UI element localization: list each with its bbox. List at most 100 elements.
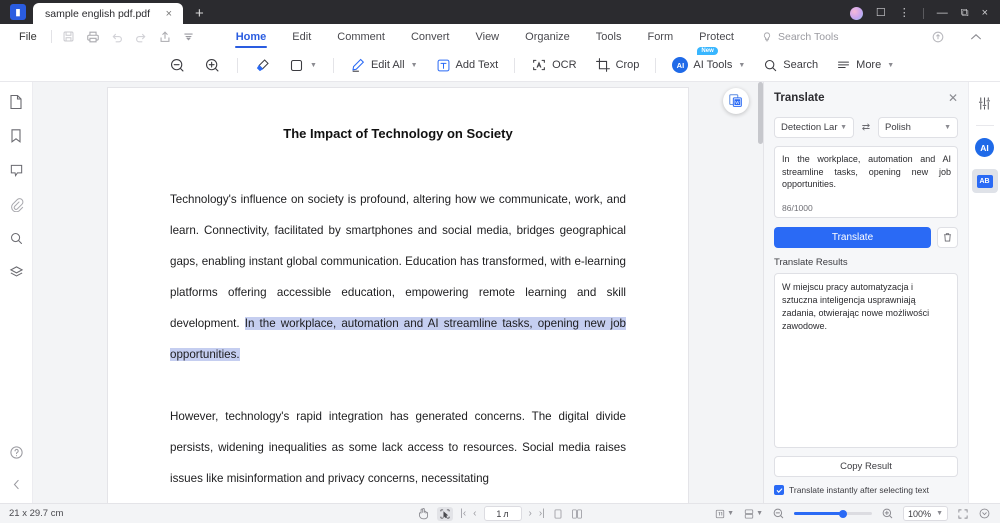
document-tab[interactable]: sample english pdf.pdf × <box>33 3 183 24</box>
auto-translate-label: Translate instantly after selecting text <box>789 485 930 495</box>
translate-panel-button[interactable]: AB <box>971 169 998 193</box>
zoom-out-button[interactable] <box>160 53 195 78</box>
tab-view[interactable]: View <box>462 24 512 49</box>
more-button[interactable]: More ▼ <box>827 53 903 78</box>
app-logo-icon: ▮ <box>10 4 26 20</box>
minimize-button[interactable]: — <box>937 8 948 19</box>
bookmarks-icon[interactable] <box>4 126 28 146</box>
edit-all-button[interactable]: Edit All ▼ <box>341 53 427 78</box>
chevron-down-icon: ▼ <box>410 61 418 69</box>
zoom-slider-handle[interactable] <box>839 509 848 518</box>
source-text-input[interactable]: In the workplace, automation and AI stre… <box>774 146 958 218</box>
chevron-down-icon: ▼ <box>936 510 943 517</box>
vertical-scrollbar[interactable] <box>758 82 763 144</box>
tab-edit[interactable]: Edit <box>279 24 324 49</box>
attachments-icon[interactable] <box>4 194 28 214</box>
zoom-out-button[interactable] <box>772 507 785 520</box>
page-number-input[interactable]: 1 л <box>483 506 522 521</box>
menu-right-icons <box>926 27 990 47</box>
layers-icon[interactable] <box>4 262 28 282</box>
tab-form[interactable]: Form <box>634 24 686 49</box>
shape-button[interactable]: ▼ <box>280 53 326 78</box>
next-page-button[interactable]: › <box>529 508 532 519</box>
zoom-slider[interactable] <box>794 509 873 518</box>
tab-title: sample english pdf.pdf <box>45 7 151 20</box>
search-label: Search <box>783 59 819 71</box>
page-thumbnails-icon[interactable] <box>4 92 28 112</box>
previous-page-button[interactable]: ‹ <box>473 508 476 519</box>
tab-comment[interactable]: Comment <box>324 24 398 49</box>
tab-convert[interactable]: Convert <box>398 24 463 49</box>
swap-languages-icon[interactable]: ⇄ <box>859 122 873 133</box>
copy-result-button[interactable]: Copy Result <box>774 456 958 477</box>
tab-organize[interactable]: Organize <box>512 24 583 49</box>
document-viewport[interactable]: The Impact of Technology on Society Tech… <box>33 82 763 503</box>
tab-label: Organize <box>525 30 570 43</box>
print-icon[interactable] <box>81 27 105 47</box>
target-language-select[interactable]: Polish ▼ <box>878 117 958 138</box>
collapse-ribbon-icon[interactable] <box>964 27 988 47</box>
facing-page-view-button[interactable] <box>571 508 583 520</box>
main-toolbar: ▼ Edit All ▼ Add Text OCR Crop AI AI Too… <box>0 46 1000 82</box>
tab-close-icon[interactable]: × <box>163 8 175 20</box>
zoom-in-button[interactable] <box>195 53 230 78</box>
more-options-icon[interactable]: ⋮ <box>899 8 910 19</box>
convert-to-word-button[interactable]: W <box>723 88 749 114</box>
undo-icon[interactable] <box>105 27 129 47</box>
ai-assistant-button[interactable]: AI <box>975 138 994 157</box>
auto-translate-checkbox[interactable] <box>774 485 784 495</box>
more-view-options-button[interactable] <box>978 507 991 520</box>
help-icon[interactable] <box>4 442 28 462</box>
quick-access-dropdown-icon[interactable] <box>177 27 201 47</box>
tab-label: Comment <box>337 30 385 43</box>
tab-label: Protect <box>699 30 734 43</box>
comments-icon[interactable] <box>4 160 28 180</box>
translate-button[interactable]: Translate <box>774 227 931 248</box>
settings-sliders-icon[interactable] <box>973 93 997 113</box>
new-tab-icon[interactable]: + <box>195 5 204 22</box>
save-icon[interactable] <box>57 27 81 47</box>
tab-protect[interactable]: Protect <box>686 24 747 49</box>
upload-cloud-icon[interactable] <box>926 27 950 47</box>
select-tool-button[interactable] <box>437 506 454 521</box>
ai-tools-label: AI Tools <box>693 59 733 71</box>
page-suffix: л <box>503 508 509 519</box>
avatar[interactable] <box>849 7 863 20</box>
add-text-button[interactable]: Add Text <box>427 53 508 78</box>
maximize-button[interactable]: ⧉ <box>961 8 969 19</box>
tab-tools[interactable]: Tools <box>583 24 635 49</box>
share-icon[interactable] <box>153 27 177 47</box>
translate-result-box[interactable]: W miejscu pracy automatyzacja i sztuczna… <box>774 273 958 448</box>
file-menu[interactable]: File <box>10 31 46 43</box>
clear-button[interactable] <box>937 227 958 248</box>
zoom-in-button[interactable] <box>881 507 894 520</box>
ai-tools-button[interactable]: AI AI Tools ▼ New <box>663 46 754 78</box>
redo-icon[interactable] <box>129 27 153 47</box>
title-bar: ▮ sample english pdf.pdf × + ☐ ⋮ — ⧉ × <box>0 0 1000 24</box>
zoom-controls: ▼ ▼ 100% ▼ <box>714 506 991 521</box>
page-layout-button[interactable]: ▼ <box>714 508 734 520</box>
feedback-icon[interactable]: ☐ <box>876 8 886 19</box>
last-page-button[interactable]: ›| <box>539 508 545 519</box>
tab-home[interactable]: Home <box>223 24 280 49</box>
highlight-button[interactable] <box>245 53 280 78</box>
search-icon[interactable] <box>4 228 28 248</box>
first-page-button[interactable]: |‹ <box>460 508 466 519</box>
zoom-level-select[interactable]: 100% ▼ <box>903 506 948 521</box>
search-button[interactable]: Search <box>754 53 827 78</box>
status-bar: 21 x 29.7 cm |‹ ‹ 1 л › ›| ▼ ▼ 100% ▼ <box>0 503 1000 523</box>
crop-button[interactable]: Crop <box>586 53 649 78</box>
collapse-sidebar-icon[interactable] <box>4 474 28 494</box>
close-icon[interactable]: ✕ <box>948 91 958 105</box>
source-language-select[interactable]: Detection Lar ▼ <box>774 117 854 138</box>
more-label: More <box>856 59 882 71</box>
ocr-button[interactable]: OCR <box>522 53 585 78</box>
scroll-mode-button[interactable]: ▼ <box>743 508 763 520</box>
search-tools-button[interactable]: Search Tools <box>761 31 839 43</box>
close-button[interactable]: × <box>982 8 988 19</box>
single-page-view-button[interactable] <box>552 508 564 520</box>
chevron-down-icon: ▼ <box>738 61 746 69</box>
fit-screen-button[interactable] <box>957 508 969 520</box>
pdf-page: The Impact of Technology on Society Tech… <box>108 88 688 503</box>
hand-tool-button[interactable] <box>417 507 430 520</box>
